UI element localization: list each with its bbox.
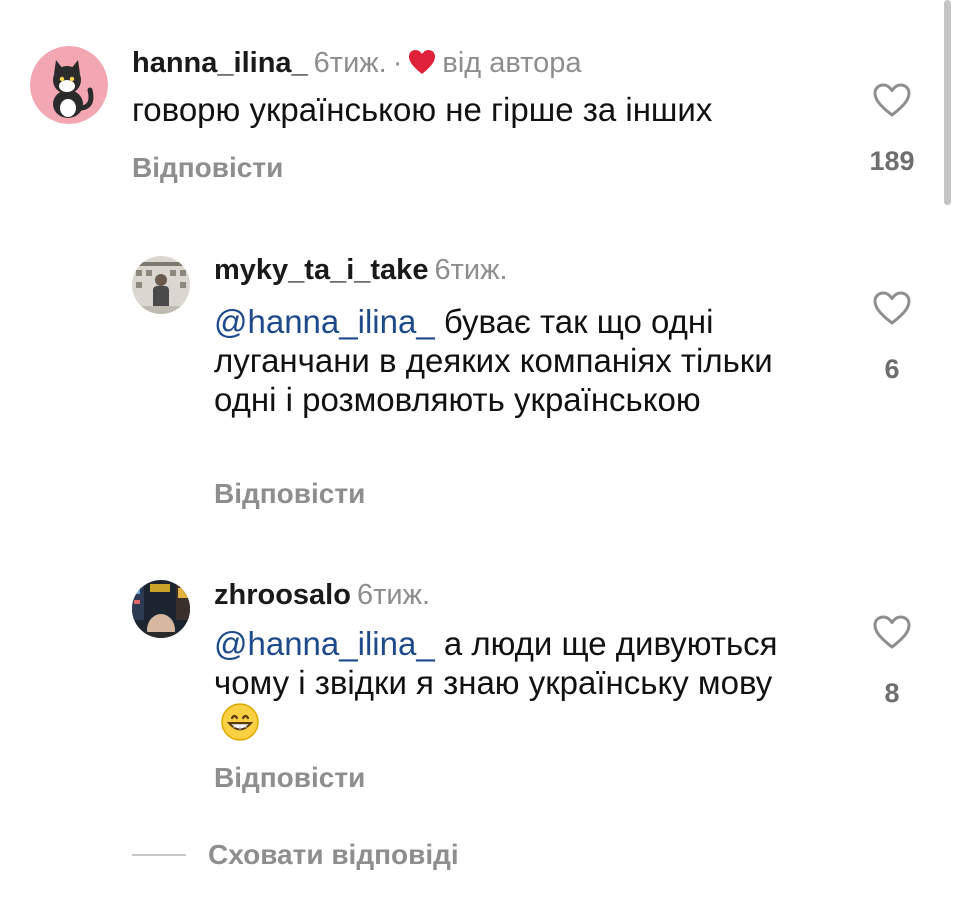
timestamp: 6тиж.	[434, 254, 508, 286]
username[interactable]: zhroosalo	[214, 579, 351, 611]
divider-line	[132, 854, 186, 856]
like-count: 189	[869, 146, 915, 176]
red-heart-icon	[408, 49, 436, 83]
hide-replies-button[interactable]: Сховати відповіді	[208, 839, 459, 871]
hide-replies-row: Сховати відповіді	[132, 838, 459, 872]
avatar[interactable]	[132, 580, 190, 638]
heart-outline-icon[interactable]	[872, 614, 912, 650]
username[interactable]: hanna_ilina_	[132, 47, 308, 79]
timestamp: 6тиж.	[356, 579, 431, 611]
heart-outline-icon[interactable]	[872, 290, 912, 326]
comment-header: myky_ta_i_take 6тиж.	[214, 253, 508, 287]
comment-text: @hanna_ilina_ буває так що одні луганчан…	[214, 302, 784, 419]
reply-button[interactable]: Відповісти	[214, 762, 365, 794]
like-count: 8	[884, 678, 900, 708]
username[interactable]: myky_ta_i_take	[214, 254, 428, 286]
mention-link[interactable]: @hanna_ilina_	[214, 625, 435, 662]
avatar[interactable]	[30, 46, 108, 124]
grinning-face-emoji-icon	[220, 702, 260, 750]
reply-button[interactable]: Відповісти	[214, 478, 365, 510]
like-control: 189	[862, 82, 922, 177]
user-photo-avatar-icon	[132, 580, 190, 638]
like-count: 6	[884, 354, 900, 384]
comment-text: @hanna_ilina_ а люди ще дивуються чому і…	[214, 624, 784, 750]
timestamp: 6тиж.	[313, 47, 387, 79]
comment-text: говорю українською не гірше за інших	[132, 90, 832, 129]
separator: ·	[392, 47, 403, 79]
liked-by-author-label: від автора	[442, 47, 582, 79]
comment-header: hanna_ilina_ 6тиж. · від автора	[132, 46, 582, 83]
avatar[interactable]	[132, 256, 190, 314]
comment-body: говорю українською не гірше за інших	[132, 91, 713, 128]
heart-outline-icon[interactable]	[872, 82, 912, 118]
user-photo-avatar-icon	[132, 256, 190, 314]
reply-button[interactable]: Відповісти	[132, 152, 283, 184]
cat-avatar-icon	[30, 46, 108, 124]
scrollbar[interactable]	[944, 0, 951, 205]
like-control: 8	[862, 614, 922, 709]
comment-header: zhroosalo 6тиж.	[214, 578, 430, 612]
like-control: 6	[862, 290, 922, 385]
mention-link[interactable]: @hanna_ilina_	[214, 303, 435, 340]
